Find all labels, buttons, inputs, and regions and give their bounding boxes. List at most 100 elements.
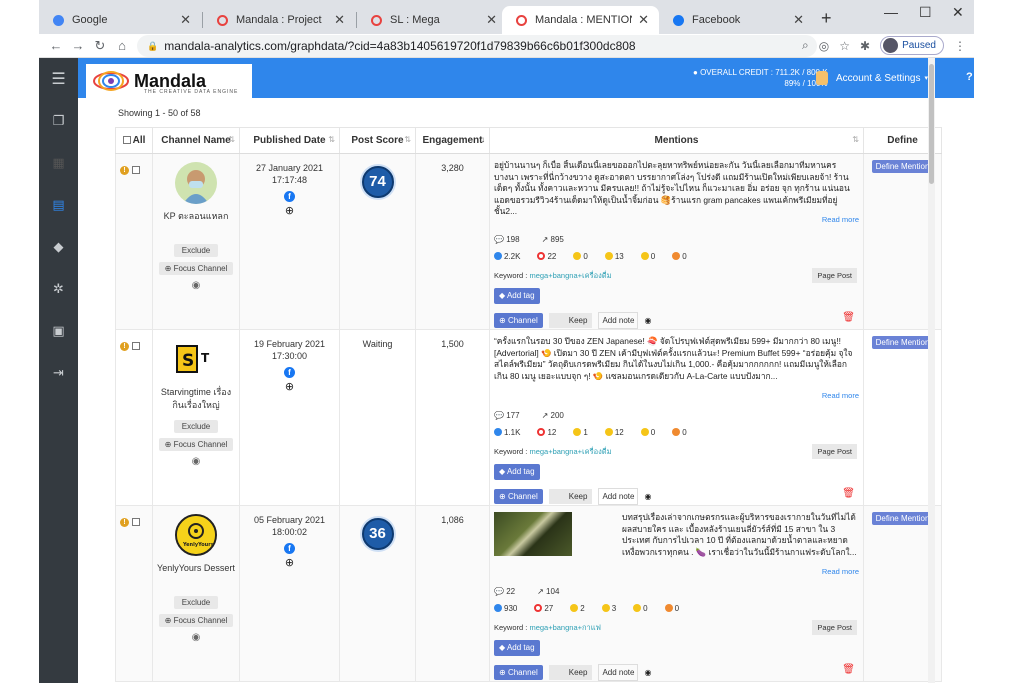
account-settings-dropdown[interactable]: Account & Settings ▾: [816, 71, 928, 85]
define-mention-button[interactable]: Define Mention: [871, 160, 934, 173]
row-checkbox[interactable]: [132, 341, 140, 350]
channel-name[interactable]: KP ตะลอนแหลก: [153, 210, 239, 238]
info-icon[interactable]: !: [120, 518, 129, 527]
sort-icon[interactable]: ⇅: [852, 135, 859, 144]
back-arrow-icon[interactable]: ←: [45, 38, 67, 53]
focus-channel-button[interactable]: ⊕ Focus Channel: [158, 262, 234, 275]
engagement-header[interactable]: Engagement ↓: [415, 127, 490, 154]
tracking-icon[interactable]: ◎: [819, 39, 829, 53]
close-icon[interactable]: ✕: [793, 12, 804, 28]
profile-paused-button[interactable]: Paused: [880, 36, 944, 55]
zoom-icon[interactable]: ⌕: [802, 38, 809, 53]
globe-icon[interactable]: ⊕: [284, 382, 295, 393]
define-mention-button[interactable]: Define Mention: [871, 512, 934, 525]
copy-pages-icon[interactable]: ❐: [39, 100, 78, 142]
channel-button[interactable]: ⊕ Channel: [494, 488, 543, 504]
exclude-button[interactable]: Exclude: [173, 420, 219, 433]
new-tab-plus-icon[interactable]: +: [821, 8, 832, 29]
forward-arrow-icon[interactable]: →: [67, 38, 89, 53]
channel-avatar[interactable]: ST: [175, 338, 217, 380]
channel-button[interactable]: ⊕ Channel: [494, 664, 543, 680]
trash-icon[interactable]: 🗑: [842, 664, 855, 676]
sort-desc-icon[interactable]: ↓: [481, 135, 485, 144]
row-checkbox[interactable]: [132, 517, 140, 526]
mandala-logo[interactable]: Mandala THE CREATIVE DATA ENGINE: [86, 64, 252, 98]
channel-avatar[interactable]: YenlyYours: [175, 514, 217, 556]
maximize-icon[interactable]: ☐: [919, 4, 932, 21]
globe-icon[interactable]: ⊕: [284, 558, 295, 569]
eye-icon[interactable]: ◉: [644, 315, 651, 327]
read-more-link[interactable]: Read more: [494, 390, 859, 402]
add-note-button[interactable]: Add note: [598, 663, 639, 681]
star-icon[interactable]: ☆: [839, 39, 850, 53]
eye-icon[interactable]: ◉: [153, 632, 239, 643]
add-note-button[interactable]: Add note: [598, 487, 639, 505]
reload-icon[interactable]: ↻: [89, 38, 111, 54]
address-bar[interactable]: 🔒 mandala-analytics.com/graphdata/?cid=4…: [137, 35, 817, 57]
add-tag-button[interactable]: ◆ Add tag: [494, 640, 540, 656]
eye-icon[interactable]: ◉: [153, 280, 239, 291]
close-icon[interactable]: ✕: [180, 12, 191, 28]
document-icon[interactable]: ▤: [39, 184, 78, 226]
scrollbar-thumb[interactable]: [929, 64, 934, 184]
select-all-header[interactable]: All: [115, 127, 153, 154]
close-icon[interactable]: ✕: [638, 12, 649, 28]
define-mention-button[interactable]: Define Mention: [871, 336, 934, 349]
sort-icon[interactable]: ⇅: [404, 135, 411, 144]
channel-name-header[interactable]: Channel Name ⇅: [152, 127, 240, 154]
channel-name[interactable]: Starvingtime เรื่องกินเรื่องใหญ่: [153, 386, 239, 414]
channel-name[interactable]: YenlyYours Dessert: [153, 562, 239, 590]
close-icon[interactable]: ✕: [486, 12, 497, 28]
eye-icon[interactable]: ◉: [644, 667, 651, 679]
gear-icon[interactable]: ✲: [39, 268, 78, 310]
eye-icon[interactable]: ◉: [153, 456, 239, 467]
close-icon[interactable]: ✕: [334, 12, 345, 28]
logout-icon[interactable]: ⇥: [39, 352, 78, 394]
info-icon[interactable]: !: [120, 166, 129, 175]
globe-icon[interactable]: ⊕: [284, 206, 295, 217]
read-more-link[interactable]: Read more: [494, 566, 859, 578]
add-tag-button[interactable]: ◆ Add tag: [494, 288, 540, 304]
sort-icon[interactable]: ⇅: [228, 135, 235, 144]
focus-channel-button[interactable]: ⊕ Focus Channel: [158, 438, 234, 451]
exclude-button[interactable]: Exclude: [173, 244, 219, 257]
tab-google[interactable]: Google ✕: [39, 6, 201, 34]
window-close-icon[interactable]: ✕: [952, 4, 964, 21]
facebook-icon[interactable]: f: [284, 367, 295, 378]
tab-mandala-project[interactable]: Mandala : Project ✕: [203, 6, 355, 34]
hamburger-menu-icon[interactable]: ☰: [39, 58, 78, 100]
add-tag-button[interactable]: ◆ Add tag: [494, 464, 540, 480]
menu-dots-icon[interactable]: ⋮: [954, 39, 966, 53]
facebook-icon[interactable]: f: [284, 191, 295, 202]
row-checkbox[interactable]: [132, 165, 140, 174]
extensions-puzzle-icon[interactable]: ✱: [860, 39, 870, 53]
post-score-header[interactable]: Post Score ⇅: [339, 127, 416, 154]
tag-icon[interactable]: ◆: [39, 226, 78, 268]
channel-button[interactable]: ⊕ Channel: [494, 312, 543, 328]
exclude-button[interactable]: Exclude: [173, 596, 219, 609]
pen-icon[interactable]: ✎: [987, 70, 1003, 85]
home-icon[interactable]: ⌂: [111, 38, 133, 53]
trash-icon[interactable]: 🗑: [842, 488, 855, 500]
post-thumbnail[interactable]: [494, 512, 572, 556]
focus-channel-button[interactable]: ⊕ Focus Channel: [158, 614, 234, 627]
tab-sl-mega[interactable]: SL : Mega ✕: [357, 6, 507, 34]
chat-icon[interactable]: ▣: [39, 310, 78, 352]
published-date-header[interactable]: Published Date ⇅: [239, 127, 340, 154]
sort-icon[interactable]: ⇅: [328, 135, 335, 144]
keep-toggle[interactable]: Keep: [548, 664, 593, 680]
keep-toggle[interactable]: Keep: [548, 488, 593, 504]
page-scrollbar[interactable]: [928, 58, 935, 683]
minimize-icon[interactable]: —: [884, 4, 898, 20]
grid-icon[interactable]: ▦: [39, 142, 78, 184]
tab-facebook[interactable]: Facebook ✕: [659, 6, 814, 34]
add-note-button[interactable]: Add note: [598, 311, 639, 329]
help-icon[interactable]: ?: [966, 71, 973, 83]
facebook-icon[interactable]: f: [284, 543, 295, 554]
read-more-link[interactable]: Read more: [494, 214, 859, 226]
tab-mandala-mentions[interactable]: Mandala : MENTIONS CON ✕: [502, 6, 659, 34]
trash-icon[interactable]: 🗑: [842, 312, 855, 324]
keep-toggle[interactable]: Keep: [548, 312, 593, 328]
channel-avatar[interactable]: [175, 162, 217, 204]
info-icon[interactable]: !: [120, 342, 129, 351]
